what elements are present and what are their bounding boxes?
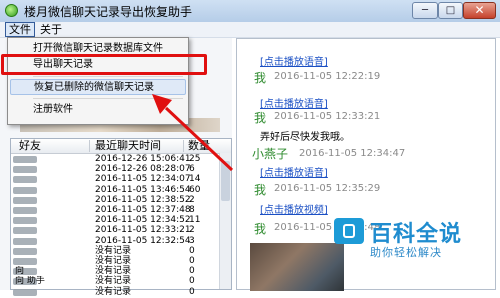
column-header-count[interactable]: 数量: [188, 140, 210, 152]
column-header-friend[interactable]: 好友: [19, 140, 41, 152]
play-voice-link[interactable]: [点击播放语音]: [260, 164, 328, 179]
play-voice-link[interactable]: [点击播放语音]: [260, 95, 328, 110]
table-scrollbar[interactable]: [219, 153, 231, 289]
play-video-link[interactable]: [点击播放视频]: [260, 201, 328, 216]
close-button[interactable]: ✕: [463, 2, 496, 19]
table-row[interactable]: 没有记录 0: [11, 287, 219, 298]
close-icon: ✕: [474, 3, 485, 17]
menu-item-recover-deleted[interactable]: 恢复已删除的微信聊天记录: [10, 79, 186, 95]
app-icon: [5, 4, 18, 17]
message-count: 0: [189, 286, 195, 297]
watermark-logo-icon: [334, 218, 364, 244]
menu-about[interactable]: 关于: [40, 23, 62, 36]
friends-table: 好友 最近聊天时间 数量 2016-12-26 15:06:41 25 2016-1…: [10, 138, 232, 297]
message-time: 2016-11-05 12:33:21: [274, 111, 381, 122]
message-time: 2016-11-05 12:35:29: [274, 183, 381, 194]
column-header-time[interactable]: 最近聊天时间: [95, 140, 161, 152]
last-chat-time: 没有记录: [95, 286, 132, 297]
watermark: 百科全说 助你轻松解决: [334, 216, 484, 266]
window-title: 楼月微信聊天记录导出恢复助手: [24, 5, 193, 19]
scrollbar-thumb[interactable]: [221, 161, 230, 201]
table-header: 好友 最近聊天时间 数量: [11, 139, 231, 154]
highlight-box: [1, 54, 207, 75]
minimize-button[interactable]: ─: [412, 2, 438, 19]
watermark-subtitle: 助你轻松解决: [370, 246, 442, 259]
friend-name: [15, 287, 89, 298]
maximize-icon: □: [445, 5, 456, 16]
menu-file[interactable]: 文件: [5, 22, 35, 37]
sender-me: 我: [254, 222, 267, 236]
menu-bar: 文件 关于: [0, 22, 500, 38]
message-time: 2016-11-05 12:34:47: [299, 148, 406, 159]
menu-item-register[interactable]: 注册软件: [8, 102, 188, 118]
message-text: 弄好后尽快发我哦。: [260, 132, 350, 143]
title-bar: 楼月微信聊天记录导出恢复助手 ─ □ ✕: [0, 0, 500, 23]
message-time: 2016-11-05 12:22:19: [274, 71, 381, 82]
play-voice-link[interactable]: [点击播放语音]: [260, 53, 328, 68]
sender-me: 我: [254, 111, 267, 125]
sender-friend: 小燕子: [252, 147, 289, 161]
maximize-button[interactable]: □: [438, 2, 463, 19]
minimize-icon: ─: [421, 5, 429, 16]
sender-me: 我: [254, 71, 267, 85]
menu-separator: [33, 76, 183, 77]
file-menu-dropdown: 打开微信聊天记录数据库文件 导出聊天记录 恢复已删除的微信聊天记录 注册软件: [7, 37, 189, 125]
menu-separator: [33, 98, 183, 99]
sender-me: 我: [254, 183, 267, 197]
chat-image[interactable]: [250, 243, 344, 291]
